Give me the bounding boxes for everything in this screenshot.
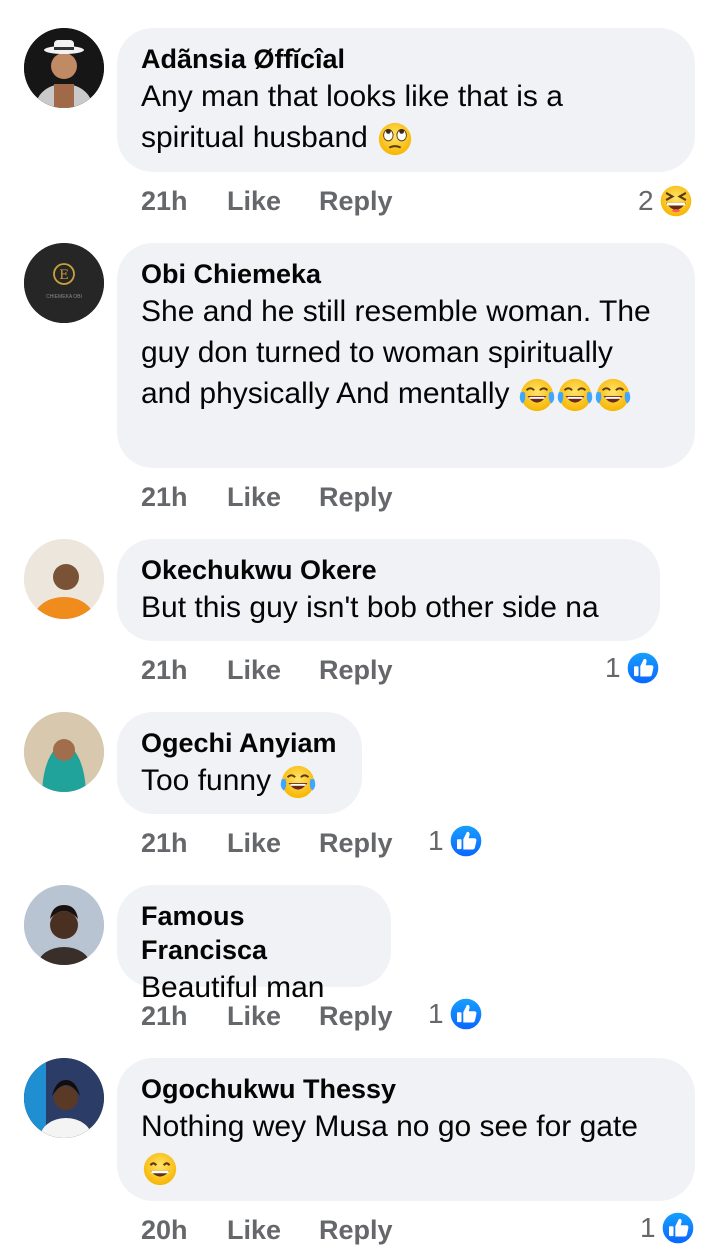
reaction-summary[interactable]: 1: [428, 821, 484, 861]
like-button[interactable]: Like: [227, 828, 319, 859]
comment-actions: 21h Like Reply: [141, 650, 393, 690]
commenter-name[interactable]: Famous Francisca: [141, 899, 367, 967]
timestamp[interactable]: 21h: [141, 828, 227, 859]
comment-bubble: Adãnsia Øffĭcîal Any man that looks like…: [117, 28, 695, 172]
comment-bubble: Obi Chiemeka She and he still resemble w…: [117, 243, 695, 468]
comment-bubble: Famous Francisca Beautiful man: [117, 885, 391, 1004]
timestamp[interactable]: 20h: [141, 1215, 227, 1246]
reply-button[interactable]: Reply: [319, 186, 393, 217]
reply-button[interactable]: Reply: [319, 1001, 393, 1032]
thumbs-up-icon: [448, 996, 484, 1032]
avatar[interactable]: [24, 885, 104, 965]
comment-bubble: Ogochukwu Thessy Nothing wey Musa no go …: [117, 1058, 695, 1201]
reply-button[interactable]: Reply: [319, 1215, 393, 1246]
thumbs-up-icon: [625, 650, 661, 686]
like-button[interactable]: Like: [227, 1215, 319, 1246]
reaction-summary[interactable]: 2: [638, 181, 694, 221]
reply-button[interactable]: Reply: [319, 828, 393, 859]
like-button[interactable]: Like: [227, 482, 319, 513]
reaction-summary[interactable]: 1: [640, 1208, 696, 1248]
commenter-name[interactable]: Okechukwu Okere: [141, 553, 636, 587]
grinning-face-icon: [141, 1150, 179, 1188]
like-button[interactable]: Like: [227, 186, 319, 217]
face-with-tears-of-joy-icon: [279, 763, 317, 801]
avatar[interactable]: [24, 1058, 104, 1138]
reaction-summary[interactable]: 1: [605, 648, 661, 688]
reply-button[interactable]: Reply: [319, 482, 393, 513]
comment-actions: 21h Like Reply: [141, 477, 393, 517]
reaction-count: 1: [605, 652, 621, 683]
commenter-name[interactable]: Adãnsia Øffĭcîal: [141, 42, 671, 76]
reaction-count: 1: [428, 998, 444, 1029]
commenter-name[interactable]: Ogochukwu Thessy: [141, 1072, 671, 1106]
reaction-count: 1: [640, 1212, 656, 1243]
comment-text: But this guy isn't bob other side na: [141, 591, 599, 624]
comment-bubble: Ogechi Anyiam Too funny: [117, 712, 362, 814]
timestamp[interactable]: 21h: [141, 186, 227, 217]
comment-text: Nothing wey Musa no go see for gate: [141, 1110, 638, 1143]
face-rolling-eyes-icon: [376, 120, 414, 158]
avatar[interactable]: [24, 712, 104, 792]
comment-text: Any man that looks like that is a spirit…: [141, 80, 563, 154]
thumbs-up-icon: [448, 823, 484, 859]
avatar[interactable]: [24, 539, 104, 619]
comment-text: Too funny: [141, 764, 272, 797]
avatar[interactable]: E CHIEMEKA OBI: [24, 243, 104, 323]
avatar-logo-text: CHIEMEKA OBI: [46, 294, 82, 300]
comment-actions: 21h Like Reply: [141, 996, 393, 1036]
reaction-count: 2: [638, 185, 654, 216]
laughing-squint-icon: [658, 183, 694, 219]
reply-button[interactable]: Reply: [319, 655, 393, 686]
face-with-tears-of-joy-icon: [594, 376, 632, 414]
comment-actions: 21h Like Reply: [141, 181, 393, 221]
like-button[interactable]: Like: [227, 1001, 319, 1032]
thumbs-up-icon: [660, 1210, 696, 1246]
face-with-tears-of-joy-icon: [518, 376, 556, 414]
like-button[interactable]: Like: [227, 655, 319, 686]
comment-actions: 20h Like Reply: [141, 1210, 393, 1250]
commenter-name[interactable]: Obi Chiemeka: [141, 257, 671, 291]
commenter-name[interactable]: Ogechi Anyiam: [141, 726, 338, 760]
avatar-logo-letter: E: [59, 268, 69, 283]
reaction-summary[interactable]: 1: [428, 994, 484, 1034]
reaction-count: 1: [428, 825, 444, 856]
avatar[interactable]: [24, 28, 104, 108]
timestamp[interactable]: 21h: [141, 655, 227, 686]
timestamp[interactable]: 21h: [141, 1001, 227, 1032]
comment-actions: 21h Like Reply: [141, 823, 393, 863]
face-with-tears-of-joy-icon: [556, 376, 594, 414]
comment-bubble: Okechukwu Okere But this guy isn't bob o…: [117, 539, 660, 641]
timestamp[interactable]: 21h: [141, 482, 227, 513]
